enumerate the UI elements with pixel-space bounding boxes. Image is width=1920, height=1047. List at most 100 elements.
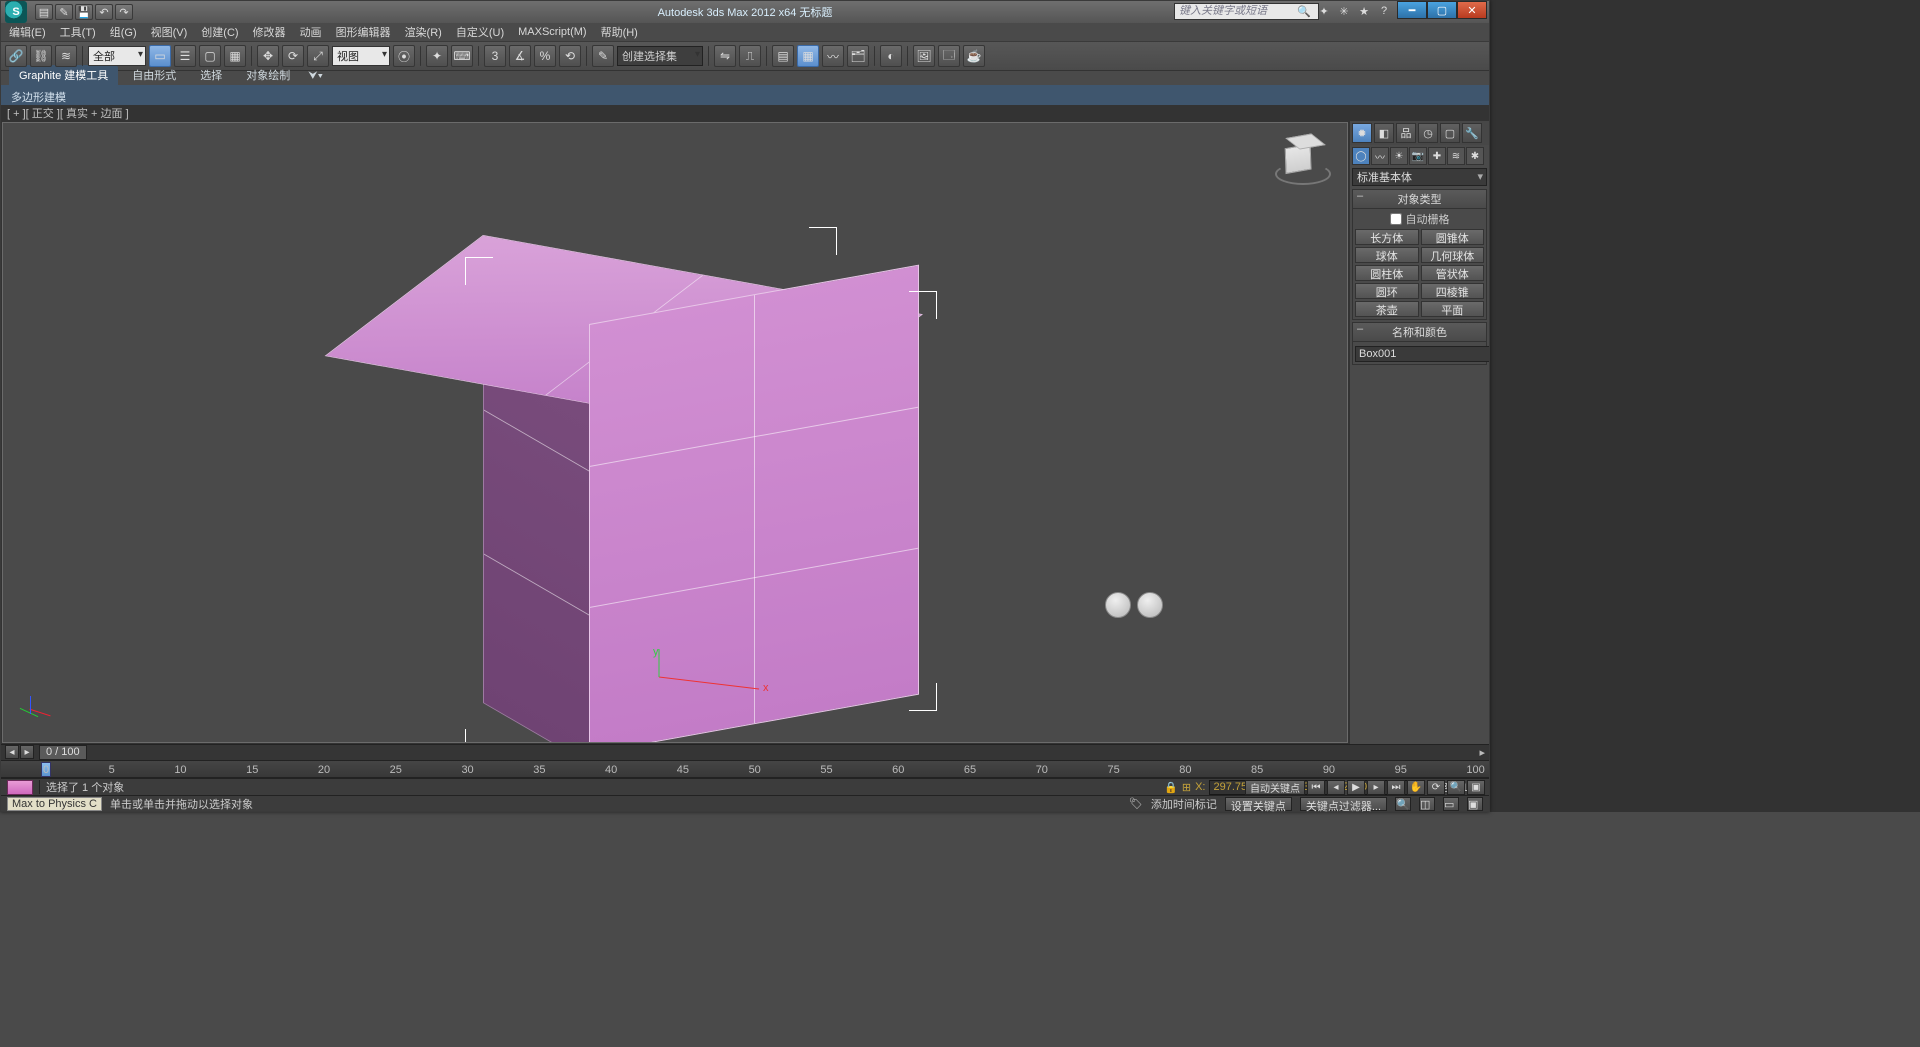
nav-pan-icon[interactable]: ✋ [1407,780,1425,795]
nav-zoom-ext-icon[interactable]: 🔍 [1395,797,1411,811]
primitive-cylinder[interactable]: 圆柱体 [1355,265,1419,281]
mini-listener-icon[interactable] [7,780,33,795]
primitive-tube[interactable]: 管状体 [1421,265,1485,281]
nav-fov-icon[interactable]: ◫ [1419,797,1435,811]
nav-arc-icon[interactable]: ⟳ [1427,780,1445,795]
cp-utilities-icon[interactable]: 🔧 [1462,123,1482,143]
qat-open-icon[interactable]: ✎ [55,4,73,20]
cp-category-dropdown[interactable]: 标准基本体 [1352,168,1487,186]
goto-start-icon[interactable]: ⏮ [1307,780,1325,795]
app-logo-icon[interactable]: S [5,1,27,23]
primitive-teapot[interactable]: 茶壶 [1355,301,1419,317]
maxscript-line[interactable]: Max to Physics C [7,797,102,811]
goto-end-icon[interactable]: ⏭ [1387,780,1405,795]
primitive-box[interactable]: 长方体 [1355,229,1419,245]
primitive-torus[interactable]: 圆环 [1355,283,1419,299]
window-maximize-button[interactable]: ▢ [1427,1,1457,19]
select-manipulate-icon[interactable]: ✦ [426,45,448,67]
menu-rendering[interactable]: 渲染(R) [405,24,442,40]
ref-coord-dropdown[interactable]: 视图 [332,46,390,66]
time-ruler[interactable]: 0510152025303540455055606570758085909510… [1,760,1489,778]
trackbar-prev-icon[interactable]: ◂ [5,745,19,759]
link-icon[interactable]: 🔗 [5,45,27,67]
align-icon[interactable]: ⎍ [739,45,761,67]
menu-modifiers[interactable]: 修改器 [253,24,286,40]
add-time-tag[interactable]: 添加时间标记 [1151,796,1217,812]
rollout-name-color[interactable]: 名称和颜色 [1352,322,1487,342]
curve-editor-icon[interactable]: 〰 [822,45,844,67]
favorites-icon[interactable]: ★ [1355,3,1373,19]
bind-space-warp-icon[interactable]: ≋ [55,45,77,67]
qat-save-icon[interactable]: 💾 [75,4,93,20]
menu-edit[interactable]: 编辑(E) [9,24,46,40]
viewport[interactable]: x y 溜溜自学 ZIXUE.3D66.COM [2,122,1348,743]
cp-display-icon[interactable]: ▢ [1440,123,1460,143]
abs-rel-icon[interactable]: ⊞ [1182,781,1191,794]
cp-geometry-icon[interactable]: ◯ [1352,147,1370,165]
unlink-icon[interactable]: ⛓ [30,45,52,67]
cp-helpers-icon[interactable]: ✚ [1428,147,1446,165]
primitive-plane[interactable]: 平面 [1421,301,1485,317]
select-object-icon[interactable]: ▭ [149,45,171,67]
cp-hierarchy-icon[interactable]: 品 [1396,123,1416,143]
cp-lights-icon[interactable]: ☀ [1390,147,1408,165]
play-icon[interactable]: ▶ [1347,780,1365,795]
primitive-pyramid[interactable]: 四棱锥 [1421,283,1485,299]
nav-maxtoggle-icon[interactable]: ▣ [1467,797,1483,811]
cp-motion-icon[interactable]: ◷ [1418,123,1438,143]
select-by-name-icon[interactable]: ☰ [174,45,196,67]
angle-snap-icon[interactable]: ∡ [509,45,531,67]
trackbar-next-icon[interactable]: ▸ [20,745,34,759]
menu-animation[interactable]: 动画 [300,24,322,40]
lock-selection-icon[interactable]: 🔒 [1164,781,1178,794]
menu-maxscript[interactable]: MAXScript(M) [518,26,586,38]
viewport-label[interactable]: [ + ][ 正交 ][ 真实 + 边面 ] [1,105,1489,121]
time-tag-icon[interactable]: 🏷 [1129,797,1143,810]
menu-create[interactable]: 创建(C) [201,24,238,40]
window-close-button[interactable]: ✕ [1457,1,1487,19]
window-minimize-button[interactable]: ━ [1397,1,1427,19]
qat-undo-icon[interactable]: ↶ [95,4,113,20]
qat-new-icon[interactable]: ▤ [35,4,53,20]
autokey-button[interactable]: 自动关键点 [1245,780,1305,795]
graphite-toggle-icon[interactable]: ▦ [797,45,819,67]
keyboard-shortcut-icon[interactable]: ⌨ [451,45,473,67]
frame-indicator[interactable]: 0 / 100 [39,745,87,760]
sub-center-icon[interactable]: ✦ [1315,3,1333,19]
select-region-rect-icon[interactable]: ▢ [199,45,221,67]
menu-views[interactable]: 视图(V) [151,24,188,40]
trackbar-next2-icon[interactable]: ▸ [1479,746,1485,759]
ribbon-expand-icon[interactable]: ⮟▾ [304,68,327,85]
scale-icon[interactable]: ⤢ [307,45,329,67]
render-setup-icon[interactable]: 🖼 [913,45,935,67]
key-filters-button[interactable]: 关键点过滤器... [1300,797,1387,811]
material-editor-icon[interactable]: ◐ [880,45,902,67]
nav-zoom-icon[interactable]: 🔍 [1447,780,1465,795]
rollout-object-type[interactable]: 对象类型 [1352,189,1487,209]
tab-selection[interactable]: 选择 [190,65,232,85]
rotate-icon[interactable]: ⟳ [282,45,304,67]
tab-freeform[interactable]: 自由形式 [122,65,186,85]
move-icon[interactable]: ✥ [257,45,279,67]
mirror-icon[interactable]: ⇋ [714,45,736,67]
snap-toggle-icon[interactable]: 3 [484,45,506,67]
ribbon-band-label[interactable]: 多边形建模 [1,89,1489,105]
menu-help[interactable]: 帮助(H) [601,24,638,40]
percent-snap-icon[interactable]: % [534,45,556,67]
object-name-input[interactable] [1355,346,1489,362]
cp-create-icon[interactable]: ✹ [1352,123,1372,143]
cp-spacewarps-icon[interactable]: ≋ [1447,147,1465,165]
nav-region-icon[interactable]: ▭ [1443,797,1459,811]
edit-named-sel-icon[interactable]: ✎ [592,45,614,67]
prev-frame-icon[interactable]: ◂ [1327,780,1345,795]
rendered-frame-icon[interactable]: 🗔 [938,45,960,67]
render-production-icon[interactable]: ☕ [963,45,985,67]
help-icon[interactable]: ? [1375,3,1393,19]
layer-manager-icon[interactable]: ▤ [772,45,794,67]
primitive-sphere[interactable]: 球体 [1355,247,1419,263]
menu-group[interactable]: 组(G) [110,24,137,40]
setkey-button[interactable]: 设置关键点 [1225,797,1292,811]
named-selection-dropdown[interactable]: 创建选择集 [617,46,703,66]
cp-modify-icon[interactable]: ◧ [1374,123,1394,143]
selection-filter-dropdown[interactable]: 全部 [88,46,146,66]
